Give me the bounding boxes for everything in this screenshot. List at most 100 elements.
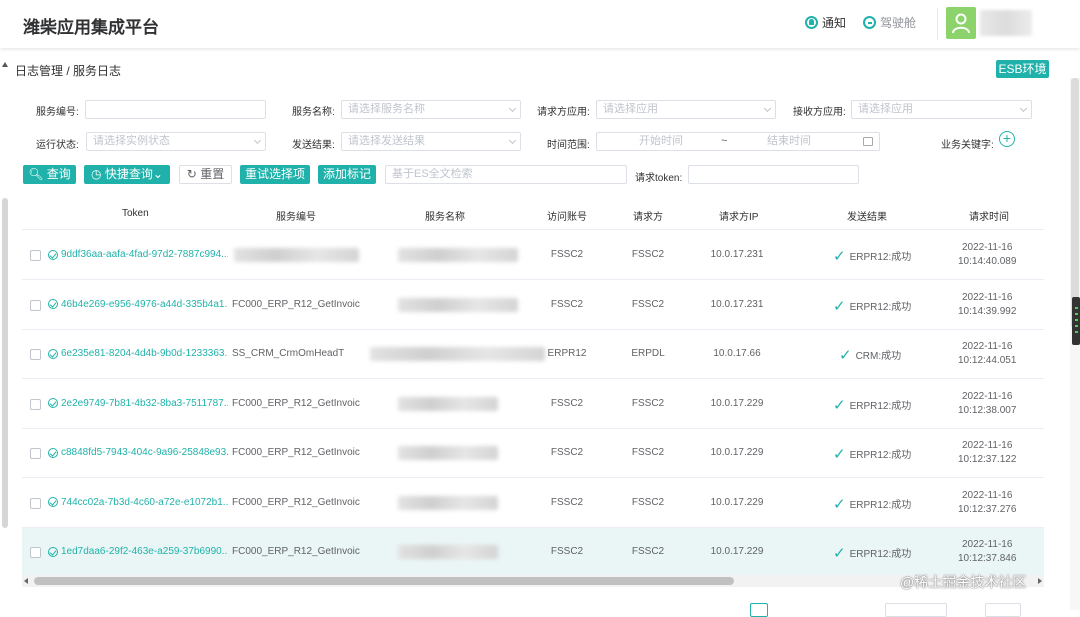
col-service-name[interactable]: 服务名称 [425,208,465,223]
cockpit-button[interactable]: 驾驶舱 [863,14,916,31]
check-circle-icon [48,398,58,408]
reset-button[interactable]: ↻ 重置 [179,165,232,184]
checkmark-icon: ✓ [833,495,846,513]
row-checkbox[interactable] [30,299,41,311]
service-no-cell: FC000_ERP_R12_GetInvoice... [232,546,360,557]
service-no-label: 服务编号: [36,107,79,118]
token-text: 2e2e9749-7b81-4b32-8ba3-7511787... [61,397,228,409]
row-checkbox[interactable] [30,547,41,558]
account-cell: FSSC2 [550,298,584,310]
horizontal-scrollbar[interactable] [22,575,1044,587]
send-result-text: ERPR12:成功 [849,450,912,461]
page-size-select[interactable] [885,603,947,617]
date-range-picker[interactable]: 开始时间 ~ 结束时间 [596,132,880,151]
quick-query-button[interactable]: ◷ 快捷查询⌄ [84,165,170,184]
account-cell: FSSC2 [550,546,584,557]
scroll-left-icon[interactable] [24,578,28,584]
token-input[interactable] [688,165,859,184]
user-name-redacted[interactable] [980,10,1032,36]
col-send-result[interactable]: 发送结果 [847,208,887,223]
send-result-placeholder: 请选择发送结果 [348,135,425,147]
table-row[interactable]: c8848fd5-7943-404c-9a96-25848e93... FC000… [22,429,1044,478]
receive-app-label: 接收方应用: [793,107,846,118]
token-link[interactable]: 1ed7daa6-29f2-463e-a259-37b6990... [48,546,228,557]
send-result-label: 发送结果: [292,140,335,151]
table-row[interactable]: 744cc02a-7b3d-4c60-a72e-e1072b1... FC000_… [22,479,1044,528]
token-link[interactable]: c8848fd5-7943-404c-9a96-25848e93... [48,447,228,458]
checkmark-icon: ✓ [833,396,846,414]
right-scrollbar-thumb[interactable] [1071,78,1079,328]
row-checkbox[interactable] [30,349,41,360]
requester-cell: FSSC2 [631,298,665,310]
run-status-select[interactable]: 请选择实例状态 [86,132,266,151]
bell-icon [805,16,818,29]
left-scrollbar-thumb[interactable] [2,198,8,528]
retry-selected-button[interactable]: 重试选择项 [240,165,310,184]
requester-cell: ERPDL [631,348,665,359]
cockpit-label: 驾驶舱 [880,16,917,30]
token-link[interactable]: 744cc02a-7b3d-4c60-a72e-e1072b1... [48,497,228,508]
request-time-cell: 2022-11-16 10:12:37.122 [958,439,1016,467]
add-biz-key-button[interactable]: + [999,131,1015,147]
table-row[interactable]: 9ddf36aa-aafa-4fad-97d2-7887c994... FSSC2… [22,231,1044,280]
col-requester[interactable]: 请求方 [633,208,663,223]
requester-cell: FSSC2 [631,496,665,508]
app-title: 潍柴应用集成平台 [23,18,159,37]
run-status-label: 运行状态: [36,140,79,151]
send-result-cell: ✓ ERPR12:成功 [833,446,912,462]
left-scrollbar[interactable] [0,48,10,610]
scroll-right-icon[interactable] [1038,578,1042,584]
request-ip-cell: 10.0.17.229 [710,546,764,557]
request-clock: 10:12:44.051 [958,355,1017,366]
env-button[interactable]: ESB环境 [996,60,1049,78]
page-jump-input[interactable] [985,603,1021,617]
horizontal-scrollbar-thumb[interactable] [34,577,734,585]
clock-icon: ◷ [91,167,105,181]
service-name-redacted [398,297,518,312]
col-request-ip[interactable]: 请求方IP [719,208,758,223]
es-search-input[interactable]: 基于ES全文检索 [385,165,627,184]
request-clock: 10:12:38.007 [958,404,1017,416]
search-icon: 🔍︎ [28,167,47,181]
send-result-text: ERPR12:成功 [849,252,912,263]
collapse-up-icon[interactable] [2,62,8,67]
request-app-placeholder: 请选择应用 [603,103,658,115]
service-name-placeholder: 请选择服务名称 [348,103,425,115]
checkmark-icon: ✓ [833,545,846,562]
send-result-select[interactable]: 请选择发送结果 [341,132,521,151]
request-app-select[interactable]: 请选择应用 [596,100,776,119]
table-row[interactable]: 1ed7daa6-29f2-463e-a259-37b6990... FC000_… [22,528,1044,577]
side-panel-handle[interactable] [1072,297,1080,345]
notify-button[interactable]: 通知 [805,14,846,31]
col-service-no[interactable]: 服务编号 [276,208,316,223]
col-account[interactable]: 访问账号 [547,208,587,223]
request-time-cell: 2022-11-16 10:12:38.007 [958,390,1016,418]
token-link[interactable]: 2e2e9749-7b81-4b32-8ba3-7511787... [48,398,228,409]
service-no-cell: SS_CRM_CrmOmHeadT [232,348,345,359]
pagination-current[interactable] [750,603,768,617]
col-token[interactable]: Token [122,208,149,219]
token-link[interactable]: 46b4e269-e956-4976-a44d-335b4a1... [48,299,228,310]
chevron-down-icon [253,136,262,145]
send-result-cell: ✓ ERPR12:成功 [833,298,911,314]
token-link[interactable]: 9ddf36aa-aafa-4fad-97d2-7887c994... [48,249,228,260]
col-request-time[interactable]: 请求时间 [969,208,1009,223]
row-checkbox[interactable] [30,250,41,261]
receive-app-select[interactable]: 请选择应用 [851,100,1032,119]
calendar-icon [863,137,873,146]
notify-label: 通知 [822,16,847,30]
token-link[interactable]: 6e235e81-8204-4d4b-9b0d-1233363... [48,348,228,359]
table-row[interactable]: 2e2e9749-7b81-4b32-8ba3-7511787... FC000_… [22,380,1044,429]
table-row[interactable]: 46b4e269-e956-4976-a44d-335b4a1... FC000_… [22,281,1044,330]
service-no-input[interactable] [85,100,266,119]
row-checkbox[interactable] [30,448,41,459]
request-date: 2022-11-16 [961,440,1013,451]
add-mark-button[interactable]: 添加标记 [318,165,376,184]
row-checkbox[interactable] [30,398,41,410]
requester-cell: FSSC2 [631,249,665,260]
table-row[interactable]: 6e235e81-8204-4d4b-9b0d-1233363... SS_CRM… [22,330,1044,379]
avatar[interactable] [946,7,976,39]
row-checkbox[interactable] [30,497,41,509]
query-button[interactable]: 🔍︎ 查询 [23,165,76,184]
service-name-select[interactable]: 请选择服务名称 [341,100,521,119]
